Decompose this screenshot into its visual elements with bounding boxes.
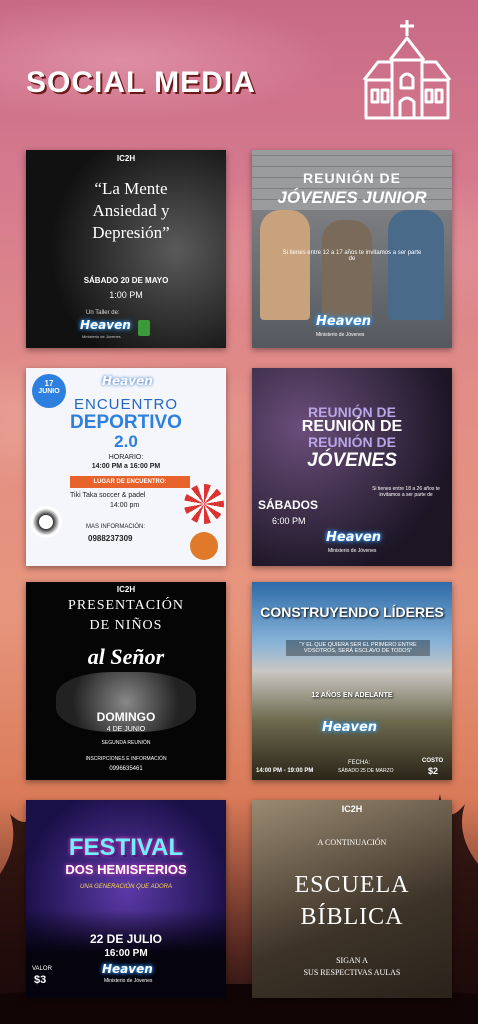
person-photo — [260, 210, 310, 320]
horario-value: 14:00 PM a 16:00 PM — [91, 463, 161, 470]
phone-number: 0996635461 — [109, 766, 143, 772]
post-date: 22 DE JULIO — [89, 932, 163, 946]
post-construyendo-lideres[interactable]: CONSTRUYENDO LÍDERES “Y EL QUE QUIERA SE… — [252, 582, 452, 780]
post-time: 14:00 PM - 19:00 PM — [256, 768, 314, 774]
post-title: ENCUENTRO — [73, 396, 178, 413]
ministerio-label: Ministerio de Jóvenes — [82, 334, 121, 339]
post-time: 6:00 PM — [272, 516, 306, 526]
footer-line: SUS RESPECTIVAS AULAS — [303, 968, 401, 977]
valor-value: $3 — [34, 974, 47, 986]
church-icon — [362, 20, 452, 120]
horario-label: HORARIO: — [108, 454, 144, 461]
post-title-strong: DOS HEMISFERIOS — [65, 862, 187, 877]
post-text: Si tienes entre 18 a 26 años te invitamo… — [372, 486, 440, 498]
post-reunion-jovenes[interactable]: REUNIÓN DE REUNIÓN DE REUNIÓN DE JÓVENES… — [252, 368, 452, 566]
heaven-logo: Heaven — [80, 318, 131, 332]
lugar-label: LUGAR DE ENCUENTRO: — [70, 476, 190, 488]
post-title: REUNIÓN DE — [303, 170, 401, 186]
post-jovenes-junior[interactable]: REUNIÓN DE JÓVENES JUNIOR Si tienes entr… — [252, 150, 452, 348]
post-title-echo: REUNIÓN DE — [308, 434, 396, 450]
lugar-time: 14:00 pm — [110, 502, 140, 509]
ministerio-label: Ministerio de Jóvenes — [328, 548, 377, 554]
post-presentacion-ninos[interactable]: IC2H PRESENTACIÓN DE NIÑOS al Señor DOMI… — [26, 582, 226, 780]
ministerio-label: Ministerio de Jóvenes — [316, 332, 365, 338]
info-label: MAS INFORMACIÓN: — [86, 524, 146, 530]
footer-line: SIGAN A — [336, 956, 368, 965]
post-mente-ansiedad[interactable]: IC2H “La Mente Ansiedad y Depresión” SÁB… — [26, 150, 226, 348]
post-title: CONSTRUYENDO LÍDERES — [260, 604, 444, 620]
costo-label: COSTO — [422, 758, 444, 764]
heaven-logo: Heaven — [316, 314, 372, 329]
post-title-strong: DEPORTIVO — [70, 412, 182, 433]
brand-logo: IC2H — [116, 154, 136, 163]
post-title: FESTIVAL — [68, 834, 184, 861]
post-title: “La Mente Ansiedad y Depresión” — [92, 179, 170, 242]
post-day: DOMINGO — [96, 710, 156, 724]
page-title: SOCIAL MEDIA — [26, 66, 256, 99]
soccer-ball-icon — [30, 506, 62, 538]
post-festival-dos-hemisferios[interactable]: FESTIVAL DOS HEMISFERIOS UNA GENERACIÓN … — [26, 800, 226, 998]
post-time: 1:00 PM — [109, 290, 143, 300]
post-date: SÁBADO 20 DE MAYO — [83, 276, 169, 285]
heaven-logo: Heaven — [326, 530, 382, 545]
post-text: Si tienes entre 12 a 17 años te invitamo… — [282, 250, 422, 262]
dartboard-icon — [184, 484, 224, 524]
post-title: BÍBLICA — [300, 904, 404, 930]
partner-logo — [138, 320, 150, 336]
badge-day: 17 — [44, 379, 54, 388]
post-title-strong: JÓVENES — [307, 450, 397, 471]
fecha-value: SÁBADO 25 DE MARZO — [338, 768, 394, 774]
post-escuela-biblica[interactable]: IC2H A CONTINUACIÓN ESCUELA BÍBLICA SIGA… — [252, 800, 452, 998]
post-title-script: al Señor — [87, 644, 165, 669]
post-subtitle: UNA GENERACIÓN QUE ADORA — [80, 884, 172, 890]
brand-logo: IC2H — [116, 585, 136, 594]
heaven-logo: Heaven — [102, 962, 153, 976]
post-quote: “Y EL QUE QUIERA SER EL PRIMERO ENTRE VO… — [286, 640, 430, 656]
post-date: 4 DE JUNIO — [106, 726, 146, 733]
post-title: ESCUELA — [294, 872, 410, 898]
post-title-strong: JÓVENES JUNIOR — [277, 188, 427, 207]
taller-label: Un Taller de: — [86, 310, 120, 316]
fecha-label: FECHA: — [348, 760, 371, 766]
post-title: PRESENTACIÓN — [68, 598, 184, 613]
phone-number: 0988237309 — [88, 534, 133, 543]
reunion-label: SEGUNDA REUNIÓN — [101, 740, 151, 746]
person-photo — [322, 220, 372, 320]
costo-value: $2 — [428, 766, 439, 776]
info-label: INSCRIPCIONES E INFORMACIÓN — [85, 756, 167, 762]
valor-label: VALOR — [32, 966, 52, 972]
brand-logo: IC2H — [341, 804, 363, 814]
lugar-value: Tiki Taka soccer & padel — [70, 492, 146, 499]
age-label: 12 AÑOS EN ADELANTE — [311, 692, 393, 699]
post-intro: A CONTINUACIÓN — [317, 838, 387, 847]
post-title: DE NIÑOS — [89, 618, 163, 633]
heaven-logo: Heaven — [322, 720, 378, 735]
post-time: 16:00 PM — [104, 948, 148, 959]
person-photo — [388, 210, 444, 320]
post-encuentro-deportivo[interactable]: 17 JUNIO Heaven ENCUENTRO DEPORTIVO 2.0 … — [26, 368, 226, 566]
post-day: SÁBADOS — [258, 498, 319, 512]
basketball-icon — [190, 532, 218, 560]
heaven-logo: Heaven — [102, 374, 153, 388]
post-title-version: 2.0 — [114, 432, 138, 451]
ministerio-label: Ministerio de Jóvenes — [104, 978, 153, 984]
badge-month: JUNIO — [38, 388, 60, 395]
